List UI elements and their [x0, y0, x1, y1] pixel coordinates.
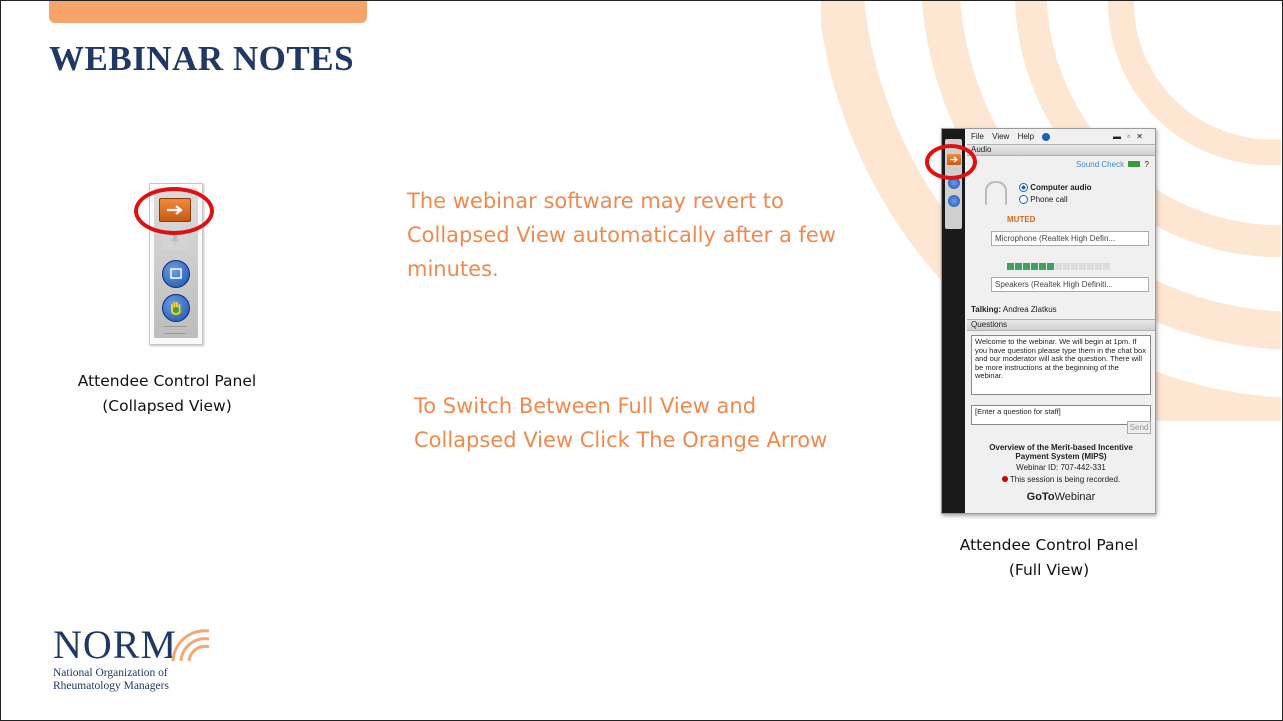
- microphone-select[interactable]: Microphone (Realtek High Defin...: [991, 231, 1149, 246]
- signal-bars-icon: [1128, 161, 1141, 167]
- radio-selected-icon: [1019, 183, 1028, 193]
- radio-phone-label: Phone call: [1030, 195, 1068, 204]
- radio-computer-label: Computer audio: [1030, 183, 1092, 192]
- gotowebinar-logo: GoToWebinar: [967, 491, 1155, 503]
- caption-collapsed-line1: Attendee Control Panel: [77, 372, 257, 390]
- top-accent-bar: [49, 1, 367, 23]
- caption-collapsed-line2: (Collapsed View): [102, 397, 232, 415]
- recording-icon: [1001, 476, 1008, 482]
- talking-row: Talking: Andrea Zlatkus: [971, 305, 1155, 314]
- help-icon[interactable]: ?: [1145, 160, 1149, 169]
- full-panel-screenshot: File View Help ▬ ▫ ✕ Audio Sound Check ?…: [941, 128, 1156, 514]
- grip-handle[interactable]: [164, 326, 186, 334]
- highlight-circle: [925, 144, 977, 180]
- questions-header[interactable]: Questions: [967, 319, 1155, 331]
- caption-collapsed: Attendee Control Panel (Collapsed View): [41, 369, 293, 419]
- radio-phone[interactable]: Phone call: [1019, 195, 1155, 205]
- fullscreen-button[interactable]: [162, 260, 190, 288]
- question-input[interactable]: [Enter a question for staff]: [971, 405, 1151, 425]
- panel-menu: File View Help ▬ ▫ ✕: [971, 132, 1155, 142]
- sound-check-link[interactable]: Sound Check: [1076, 160, 1124, 169]
- caption-full-line1: Attendee Control Panel: [959, 536, 1139, 554]
- panel-content: File View Help ▬ ▫ ✕ Audio Sound Check ?…: [967, 129, 1155, 513]
- recording-text: This session is being recorded.: [1009, 475, 1121, 484]
- radio-unselected-icon: [1019, 195, 1028, 205]
- menu-help[interactable]: Help: [1018, 132, 1034, 141]
- menu-view[interactable]: View: [992, 132, 1009, 141]
- globe-icon[interactable]: [1042, 132, 1051, 141]
- muted-status: MUTED: [1007, 215, 1036, 224]
- window-controls-icon[interactable]: ▬ ▫ ✕: [1113, 132, 1145, 142]
- menu-file[interactable]: File: [971, 132, 984, 141]
- sound-check-row: Sound Check ?: [967, 160, 1155, 169]
- logo-line2: Rheumatology Managers: [53, 680, 169, 692]
- brand-bold: GoTo: [1026, 491, 1055, 503]
- caption-full-line2: (Full View): [1008, 561, 1090, 579]
- brand-rest: Webinar: [1054, 491, 1096, 503]
- audio-header[interactable]: Audio: [967, 144, 1155, 156]
- body-text-switch: To Switch Between Full View and Collapse…: [414, 394, 828, 452]
- panel-sidebar: [942, 129, 965, 513]
- questions-log: Welcome to the webinar. We will begin at…: [971, 335, 1151, 395]
- talking-name: Andrea Zlatkus: [1002, 305, 1057, 314]
- audio-header-label: Audio: [971, 145, 992, 154]
- slide-title: WEBINAR NOTES: [49, 39, 355, 78]
- highlight-circle: [134, 187, 214, 235]
- recording-notice: This session is being recorded.: [967, 475, 1155, 484]
- send-button[interactable]: Send: [1127, 421, 1151, 434]
- questions-header-label: Questions: [971, 320, 1008, 329]
- caption-full: Attendee Control Panel (Full View): [919, 533, 1179, 583]
- talking-label: Talking:: [971, 305, 1002, 314]
- slide: WEBINAR NOTES Attendee Control Panel (Co…: [0, 0, 1283, 721]
- webinar-id: Webinar ID: 707-442-331: [1016, 463, 1106, 472]
- norm-logo: NORM National Organization of Rheumatolo…: [53, 625, 253, 705]
- headset-icon: [985, 181, 1007, 205]
- speakers-select-value: Speakers (Realtek High Definiti...: [995, 280, 1113, 289]
- body-text-revert: The webinar software may revert to Colla…: [407, 189, 836, 281]
- logo-wordmark: NORM: [53, 622, 178, 667]
- webinar-title: Overview of the Merit-based Incentive Pa…: [989, 443, 1133, 461]
- logo-line1: National Organization of: [53, 667, 168, 679]
- speaker-level-meter: [1007, 263, 1155, 272]
- hand-icon: [171, 302, 181, 315]
- raise-hand-button[interactable]: [162, 294, 190, 322]
- logo-swirl-icon: [171, 629, 210, 662]
- radio-computer[interactable]: Computer audio: [1019, 183, 1155, 193]
- microphone-select-value: Microphone (Realtek High Defin...: [995, 234, 1116, 243]
- hand-icon[interactable]: [948, 195, 960, 207]
- screen-icon: [170, 268, 182, 279]
- speakers-select[interactable]: Speakers (Realtek High Definiti...: [991, 277, 1149, 292]
